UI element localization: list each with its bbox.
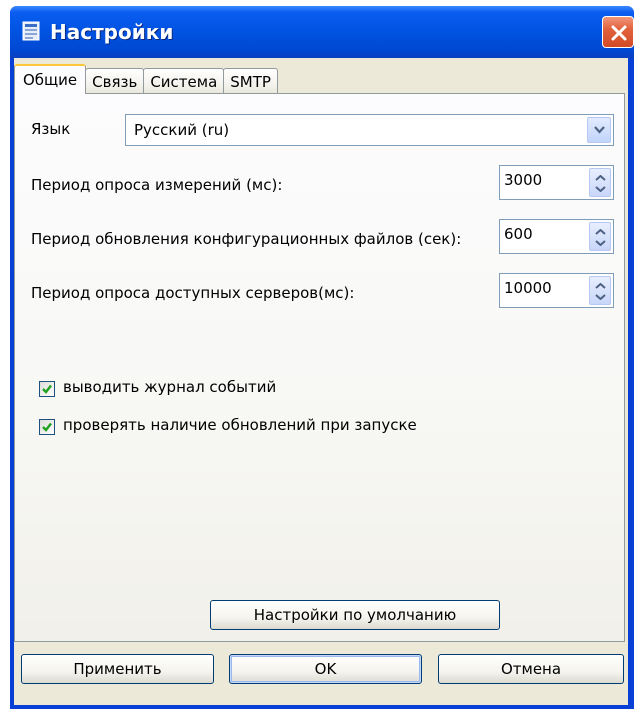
servers-period-label: Период опроса доступных серверов(мс):	[31, 284, 355, 302]
checkmark-icon	[42, 384, 52, 394]
spin-down-icon[interactable]	[595, 186, 606, 192]
dialog-client-area: Общие Связь Система SMTP Язык Русский (r…	[14, 58, 628, 705]
config-period-value[interactable]: 600	[504, 225, 533, 243]
tab-smtp[interactable]: SMTP	[223, 68, 278, 94]
spin-up-icon[interactable]	[595, 175, 606, 181]
spin-down-icon[interactable]	[595, 294, 606, 300]
measure-period-stepper[interactable]: 3000	[499, 165, 614, 200]
spin-buttons[interactable]	[589, 168, 611, 197]
log-checkbox-label[interactable]: выводить журнал событий	[63, 378, 276, 396]
config-period-label: Период обновления конфигурационных файло…	[31, 230, 462, 248]
title-bar[interactable]: Настройки	[10, 6, 634, 58]
language-value: Русский (ru)	[134, 121, 230, 139]
settings-window: Настройки Общие Связь Система SMTP Язык …	[10, 6, 634, 709]
servers-period-stepper[interactable]: 10000	[499, 273, 614, 308]
dropdown-arrow-button[interactable]	[587, 117, 611, 143]
tab-general[interactable]: Общие	[14, 64, 87, 94]
language-select[interactable]: Русский (ru)	[125, 114, 614, 146]
spin-buttons[interactable]	[589, 222, 611, 251]
chevron-down-icon	[594, 126, 605, 134]
ok-button[interactable]: OK	[229, 654, 422, 684]
close-button[interactable]	[602, 16, 634, 48]
general-tab-panel: Язык Русский (ru) Период опроса измерени…	[14, 93, 625, 642]
spin-up-icon[interactable]	[595, 283, 606, 289]
spin-up-icon[interactable]	[595, 229, 606, 235]
spin-down-icon[interactable]	[595, 240, 606, 246]
apply-button[interactable]: Применить	[21, 654, 214, 684]
language-label: Язык	[31, 120, 71, 138]
spin-buttons[interactable]	[589, 276, 611, 305]
measure-period-label: Период опроса измерений (мс):	[31, 176, 283, 194]
updates-checkbox-label[interactable]: проверять наличие обновлений при запуске	[63, 416, 417, 434]
defaults-button[interactable]: Настройки по умолчанию	[210, 600, 500, 630]
tab-strip: Общие Связь Система SMTP	[14, 64, 278, 94]
cancel-button[interactable]: Отмена	[438, 654, 624, 684]
tab-system[interactable]: Система	[143, 68, 225, 94]
servers-period-value[interactable]: 10000	[504, 279, 552, 297]
window-app-icon	[22, 21, 40, 41]
log-checkbox[interactable]	[39, 381, 55, 397]
close-icon	[611, 25, 627, 41]
tab-connection[interactable]: Связь	[85, 68, 145, 94]
measure-period-value[interactable]: 3000	[504, 171, 542, 189]
checkmark-icon	[42, 422, 52, 432]
config-period-stepper[interactable]: 600	[499, 219, 614, 254]
window-title: Настройки	[50, 20, 174, 44]
updates-checkbox[interactable]	[39, 419, 55, 435]
